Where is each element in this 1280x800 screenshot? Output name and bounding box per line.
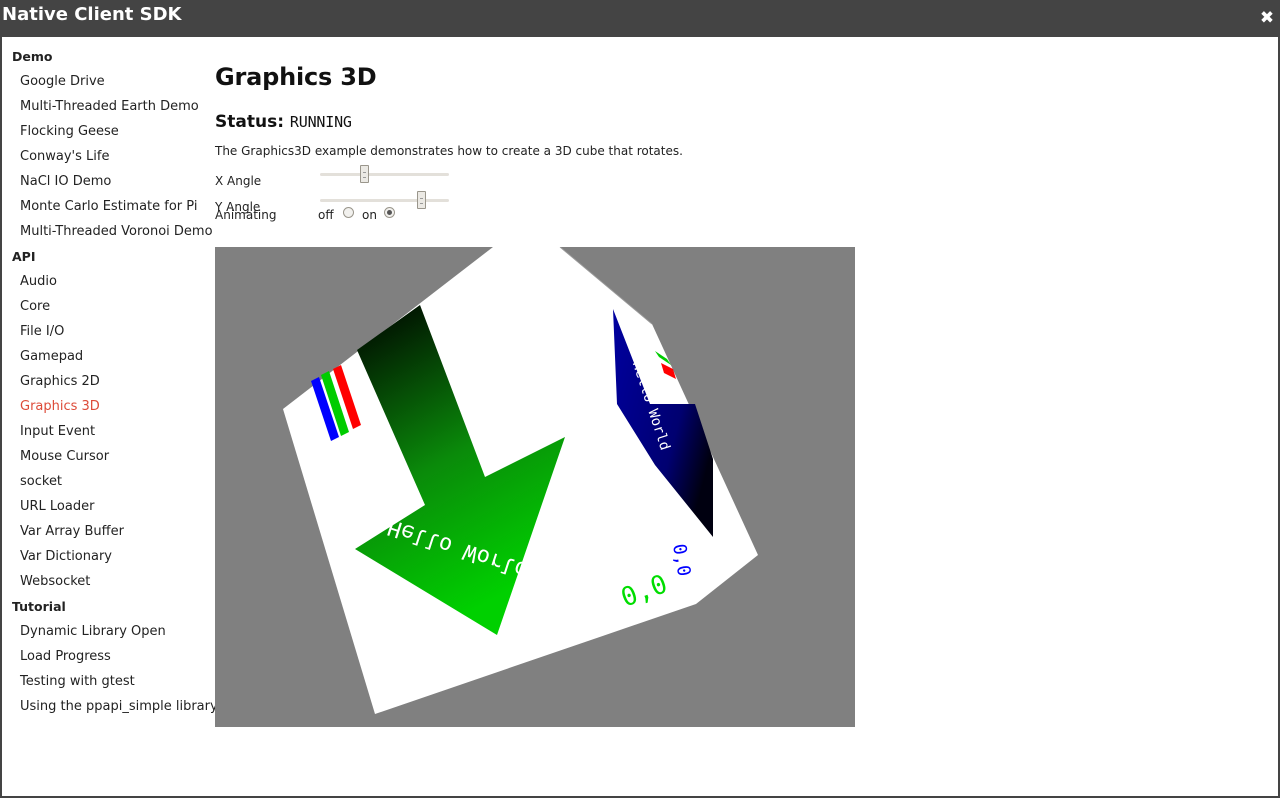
- sidebar-item-conway-s-life[interactable]: Conway's Life: [12, 149, 207, 174]
- main-content: Graphics 3D Status: RUNNING The Graphics…: [215, 61, 1255, 222]
- sidebar-item-gamepad[interactable]: Gamepad: [12, 349, 207, 374]
- sidebar-section-title: Tutorial: [12, 599, 66, 614]
- sidebar-nav: Demo Google Drive Multi-Threaded Earth Dem…: [12, 49, 218, 724]
- sidebar-item-using-the-ppapi-simple-library[interactable]: Using the ppapi_simple library: [12, 699, 218, 724]
- animating-row: Animating off on: [215, 199, 1255, 222]
- page-title: Graphics 3D: [215, 63, 377, 91]
- sidebar-item-flocking-geese[interactable]: Flocking Geese: [12, 124, 207, 149]
- window-titlebar: Native Client SDK ✖: [0, 0, 1280, 37]
- x-angle-slider-thumb[interactable]: [360, 165, 369, 183]
- x-angle-row: X Angle: [215, 165, 1255, 191]
- description: The Graphics3D example demonstrates how …: [215, 144, 683, 158]
- sidebar-item-var-array-buffer[interactable]: Var Array Buffer: [12, 524, 207, 549]
- sidebar-item-dynamic-library-open[interactable]: Dynamic Library Open: [12, 624, 207, 649]
- status-value: RUNNING: [289, 113, 352, 131]
- status-line: Status: RUNNING: [215, 110, 1255, 134]
- sidebar-item-input-event[interactable]: Input Event: [12, 424, 207, 449]
- sidebar-item-var-dictionary[interactable]: Var Dictionary: [12, 549, 207, 574]
- sidebar-item-mouse-cursor[interactable]: Mouse Cursor: [12, 449, 207, 474]
- sidebar-section-title: Demo: [12, 49, 53, 64]
- sidebar-item-file-i-o[interactable]: File I/O: [12, 324, 207, 349]
- sidebar-item-google-drive[interactable]: Google Drive: [12, 74, 207, 99]
- sidebar-item-url-loader[interactable]: URL Loader: [12, 499, 207, 524]
- sidebar-section-title: API: [12, 249, 36, 264]
- window-title: Native Client SDK: [2, 4, 182, 25]
- x-angle-slider[interactable]: [320, 165, 449, 183]
- animating-off-label: off: [318, 208, 334, 222]
- animating-on-label: on: [362, 208, 377, 222]
- sidebar-item-graphics-3d[interactable]: Graphics 3D: [12, 399, 207, 424]
- sidebar-item-nacl-io-demo[interactable]: NaCl IO Demo: [12, 174, 207, 199]
- close-icon[interactable]: ✖: [1258, 7, 1276, 28]
- graphics3d-canvas[interactable]: Hello World Hello World 0,0 0,0: [215, 247, 855, 727]
- window-frame: Demo Google Drive Multi-Threaded Earth Dem…: [0, 37, 1280, 798]
- animating-label: Animating: [215, 208, 277, 222]
- sidebar-item-testing-with-gtest[interactable]: Testing with gtest: [12, 674, 207, 699]
- status-label: Status:: [215, 112, 284, 132]
- sidebar-item-core[interactable]: Core: [12, 299, 207, 324]
- sidebar-item-audio[interactable]: Audio: [12, 274, 207, 299]
- sidebar-item-socket[interactable]: socket: [12, 474, 207, 499]
- x-angle-label: X Angle: [215, 174, 262, 188]
- sidebar-item-monte-carlo-estimate-for-pi[interactable]: Monte Carlo Estimate for Pi: [12, 199, 207, 224]
- sidebar-item-multi-threaded-earth-demo[interactable]: Multi-Threaded Earth Demo: [12, 99, 207, 124]
- cube-render: Hello World Hello World 0,0 0,0: [215, 247, 855, 727]
- animating-on-radio[interactable]: [384, 207, 395, 218]
- sidebar-item-load-progress[interactable]: Load Progress: [12, 649, 207, 674]
- sidebar-item-websocket[interactable]: Websocket: [12, 574, 207, 599]
- sidebar-item-multi-threaded-voronoi-demo[interactable]: Multi-Threaded Voronoi Demo: [12, 224, 213, 249]
- animating-off-radio[interactable]: [343, 207, 354, 218]
- sidebar-item-graphics-2d[interactable]: Graphics 2D: [12, 374, 207, 399]
